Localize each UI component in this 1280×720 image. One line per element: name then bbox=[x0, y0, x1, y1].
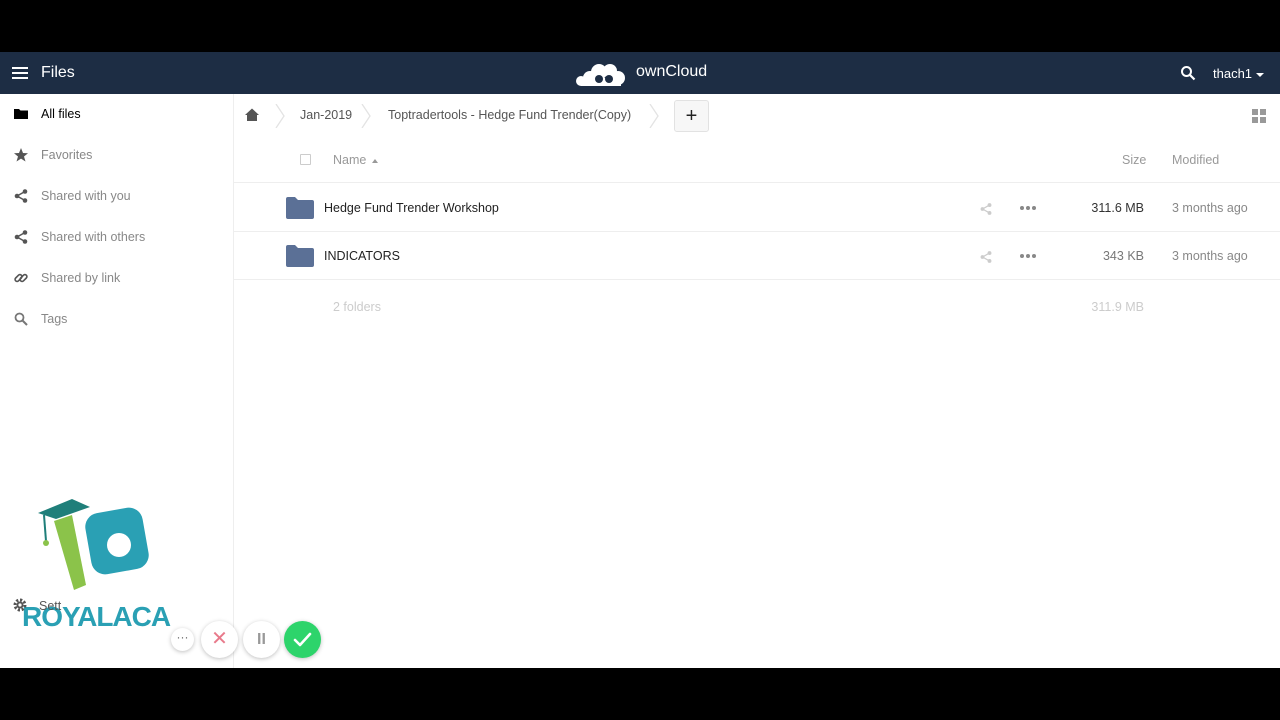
sidebar-item-all-files[interactable]: All files bbox=[0, 94, 233, 134]
sidebar-item-shared-with-others[interactable]: Shared with others bbox=[0, 217, 233, 257]
folder-icon bbox=[286, 245, 314, 267]
breadcrumb: Jan-2019 Toptradertools - Hedge Fund Tre… bbox=[234, 94, 1280, 138]
search-icon[interactable] bbox=[1180, 65, 1196, 81]
file-list-area: Jan-2019 Toptradertools - Hedge Fund Tre… bbox=[234, 94, 1280, 668]
breadcrumb-item[interactable]: Toptradertools - Hedge Fund Trender(Copy… bbox=[388, 108, 631, 122]
home-icon[interactable] bbox=[244, 107, 260, 123]
file-table-header: Name Size Modified bbox=[234, 138, 1280, 183]
hamburger-menu-icon[interactable] bbox=[12, 64, 28, 82]
letterbox-top bbox=[0, 0, 1280, 52]
sidebar-item-label: Shared with you bbox=[41, 189, 131, 203]
sidebar-item-label: Tags bbox=[41, 312, 68, 326]
pause-button[interactable]: II bbox=[243, 621, 280, 658]
more-options-button[interactable]: ··· bbox=[171, 628, 194, 651]
brand-name: ownCloud bbox=[636, 63, 708, 80]
file-name[interactable]: Hedge Fund Trender Workshop bbox=[324, 201, 499, 215]
share-icon[interactable] bbox=[979, 250, 993, 264]
owncloud-app: Files ownCloud thach1 All files Favorite… bbox=[0, 52, 1280, 668]
chevron-down-icon bbox=[1256, 72, 1265, 77]
gear-icon bbox=[13, 598, 27, 612]
sidebar-item-shared-with-you[interactable]: Shared with you bbox=[0, 176, 233, 216]
folder-count: 2 folders bbox=[333, 300, 381, 314]
sidebar-item-favorites[interactable]: Favorites bbox=[0, 135, 233, 175]
tag-search-icon bbox=[14, 312, 28, 326]
column-name[interactable]: Name bbox=[333, 153, 379, 167]
folder-icon bbox=[286, 197, 314, 219]
more-actions-icon[interactable] bbox=[1020, 206, 1036, 210]
column-name-label: Name bbox=[333, 153, 367, 167]
sort-asc-icon bbox=[372, 158, 379, 163]
column-modified[interactable]: Modified bbox=[1172, 153, 1219, 167]
star-icon bbox=[14, 148, 28, 162]
checkmark-icon bbox=[293, 632, 312, 647]
cancel-button[interactable]: ✕ bbox=[201, 621, 238, 658]
sidebar-item-label: All files bbox=[41, 107, 81, 121]
file-size: 311.6 MB bbox=[1091, 201, 1144, 215]
breadcrumb-item[interactable]: Jan-2019 bbox=[300, 108, 352, 122]
letterbox-bottom bbox=[0, 668, 1280, 720]
folder-icon bbox=[14, 109, 28, 119]
share-icon[interactable] bbox=[979, 202, 993, 216]
settings-label: Sett bbox=[39, 599, 62, 613]
sidebar-item-label: Shared with others bbox=[41, 230, 146, 244]
sidebar-item-label: Favorites bbox=[41, 148, 93, 162]
chevron-right-icon bbox=[649, 104, 659, 128]
confirm-button[interactable] bbox=[284, 621, 321, 658]
table-row[interactable]: Hedge Fund Trender Workshop 311.6 MB 3 m… bbox=[234, 184, 1280, 232]
sidebar-item-shared-by-link[interactable]: Shared by link bbox=[0, 258, 233, 298]
more-actions-icon[interactable] bbox=[1020, 254, 1036, 258]
share-icon bbox=[14, 230, 28, 244]
chevron-right-icon bbox=[275, 104, 285, 128]
cloud-logo-icon bbox=[576, 64, 625, 86]
grid-view-icon[interactable] bbox=[1252, 109, 1266, 123]
settings-toggle[interactable]: Sett bbox=[0, 592, 233, 622]
share-icon bbox=[14, 189, 28, 203]
link-icon bbox=[14, 273, 28, 283]
app-title[interactable]: Files bbox=[41, 64, 75, 82]
new-button[interactable]: + bbox=[674, 100, 709, 132]
file-name[interactable]: INDICATORS bbox=[324, 249, 400, 263]
file-modified: 3 months ago bbox=[1172, 249, 1248, 263]
chevron-right-icon bbox=[361, 104, 371, 128]
top-header: Files ownCloud thach1 bbox=[0, 52, 1280, 94]
table-row[interactable]: INDICATORS 343 KB 3 months ago bbox=[234, 232, 1280, 280]
username: thach1 bbox=[1213, 66, 1253, 81]
sidebar-item-tags[interactable]: Tags bbox=[0, 299, 233, 339]
sidebar: All files Favorites Shared with you Shar… bbox=[0, 94, 234, 668]
user-menu[interactable]: thach1 bbox=[1213, 66, 1265, 81]
total-size: 311.9 MB bbox=[1091, 300, 1144, 314]
file-summary: 2 folders 311.9 MB bbox=[234, 280, 1280, 320]
file-modified: 3 months ago bbox=[1172, 201, 1248, 215]
owncloud-logo[interactable]: ownCloud bbox=[573, 58, 713, 88]
file-size: 343 KB bbox=[1102, 249, 1144, 263]
sidebar-item-label: Shared by link bbox=[41, 271, 121, 285]
column-size[interactable]: Size bbox=[1122, 153, 1146, 167]
select-all-checkbox[interactable] bbox=[300, 154, 311, 165]
